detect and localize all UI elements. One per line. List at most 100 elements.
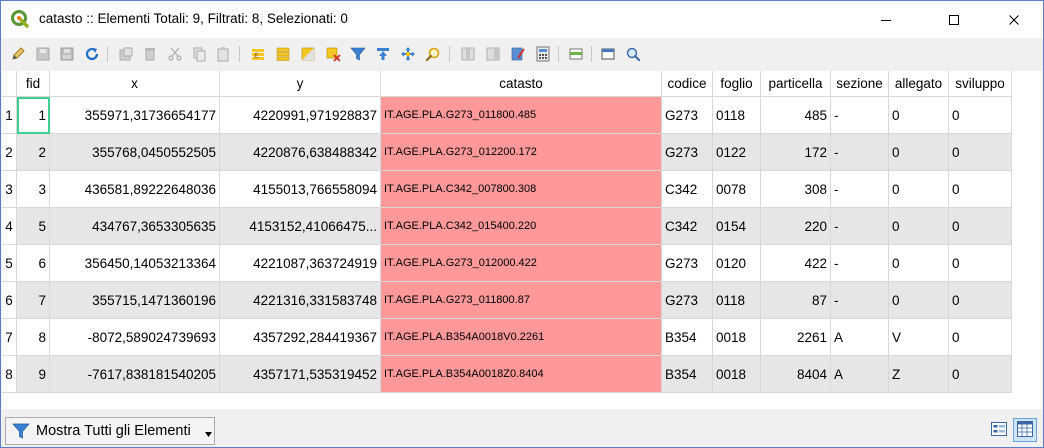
cell-y[interactable]: 4220876,638488342 (220, 134, 381, 171)
maximize-button[interactable] (931, 1, 977, 38)
column-header-y[interactable]: y (220, 71, 381, 97)
cell-codice[interactable]: G273 (662, 134, 713, 171)
corner-header[interactable] (2, 71, 17, 97)
cell-y[interactable]: 4221087,363724919 (220, 245, 381, 282)
cell-fid[interactable]: 8 (17, 319, 50, 356)
cell-sezione[interactable]: - (831, 134, 889, 171)
cell-x[interactable]: 355768,0450552505 (50, 134, 220, 171)
cell-foglio[interactable]: 0154 (713, 208, 761, 245)
cell-particella[interactable]: 485 (761, 97, 831, 134)
cell-foglio[interactable]: 0018 (713, 319, 761, 356)
column-header-particella[interactable]: particella (761, 71, 831, 97)
column-header-x[interactable]: x (50, 71, 220, 97)
cell-allegato[interactable]: 0 (889, 282, 949, 319)
cell-particella[interactable]: 172 (761, 134, 831, 171)
cell-sviluppo[interactable]: 0 (949, 97, 1012, 134)
edit-field-icon[interactable] (509, 45, 527, 63)
row-header[interactable]: 8 (2, 356, 17, 393)
cell-sezione[interactable]: - (831, 171, 889, 208)
row-header[interactable]: 2 (2, 134, 17, 171)
filter-icon[interactable] (349, 45, 367, 63)
cell-y[interactable]: 4220991,971928837 (220, 97, 381, 134)
cell-fid[interactable]: 3 (17, 171, 50, 208)
cell-x[interactable]: 434767,3653305635 (50, 208, 220, 245)
field-calculator-icon[interactable] (534, 45, 552, 63)
cell-y[interactable]: 4357171,535319452 (220, 356, 381, 393)
cell-codice[interactable]: G273 (662, 97, 713, 134)
select-all-icon[interactable] (274, 45, 292, 63)
cell-allegato[interactable]: 0 (889, 171, 949, 208)
cell-catasto[interactable]: IT.AGE.PLA.G273_012200.172 (381, 134, 662, 171)
cell-y[interactable]: 4221316,331583748 (220, 282, 381, 319)
cell-x[interactable]: 355971,31736654177 (50, 97, 220, 134)
cell-x[interactable]: -8072,589024739693 (50, 319, 220, 356)
cell-x[interactable]: -7617,838181540205 (50, 356, 220, 393)
cell-sviluppo[interactable]: 0 (949, 356, 1012, 393)
pencil-icon[interactable] (9, 45, 27, 63)
table-row[interactable]: 7 8 -8072,589024739693 4357292,284419367… (2, 319, 1012, 356)
column-header-sviluppo[interactable]: sviluppo (949, 71, 1012, 97)
column-header-codice[interactable]: codice (662, 71, 713, 97)
table-row[interactable]: 6 7 355715,1471360196 4221316,331583748 … (2, 282, 1012, 319)
reload-icon[interactable] (83, 45, 101, 63)
cell-y[interactable]: 4155013,766558094 (220, 171, 381, 208)
cell-x[interactable]: 436581,89222648036 (50, 171, 220, 208)
form-view-button[interactable] (987, 418, 1011, 442)
move-to-top-icon[interactable] (374, 45, 392, 63)
column-header-sezione[interactable]: sezione (831, 71, 889, 97)
table-row[interactable]: 3 3 436581,89222648036 4155013,766558094… (2, 171, 1012, 208)
zoom-to-selection-icon[interactable] (424, 45, 442, 63)
dock-icon[interactable] (624, 45, 642, 63)
pan-to-selection-icon[interactable] (399, 45, 417, 63)
cell-sviluppo[interactable]: 0 (949, 171, 1012, 208)
table-row[interactable]: 1 1 355971,31736654177 4220991,971928837… (2, 97, 1012, 134)
cell-fid[interactable]: 7 (17, 282, 50, 319)
cell-foglio[interactable]: 0122 (713, 134, 761, 171)
cell-codice[interactable]: G273 (662, 282, 713, 319)
row-header[interactable]: 1 (2, 97, 17, 134)
cell-catasto[interactable]: IT.AGE.PLA.B354A0018V0.2261 (381, 319, 662, 356)
row-header[interactable]: 3 (2, 171, 17, 208)
cell-catasto[interactable]: IT.AGE.PLA.C342_007800.308 (381, 171, 662, 208)
cell-allegato[interactable]: 0 (889, 245, 949, 282)
cell-particella[interactable]: 8404 (761, 356, 831, 393)
cell-foglio[interactable]: 0018 (713, 356, 761, 393)
cell-sezione[interactable]: - (831, 97, 889, 134)
cell-sviluppo[interactable]: 0 (949, 282, 1012, 319)
select-by-expression-icon[interactable]: ε (249, 45, 267, 63)
row-header[interactable]: 5 (2, 245, 17, 282)
cell-particella[interactable]: 422 (761, 245, 831, 282)
row-header[interactable]: 6 (2, 282, 17, 319)
cell-allegato[interactable]: Z (889, 356, 949, 393)
cell-fid[interactable]: 6 (17, 245, 50, 282)
column-header-allegato[interactable]: allegato (889, 71, 949, 97)
cell-sezione[interactable]: - (831, 208, 889, 245)
cell-fid[interactable]: 1 (17, 97, 50, 134)
cell-sviluppo[interactable]: 0 (949, 245, 1012, 282)
table-row[interactable]: 2 2 355768,0450552505 4220876,638488342 … (2, 134, 1012, 171)
cell-sezione[interactable]: A (831, 319, 889, 356)
cell-allegato[interactable]: V (889, 319, 949, 356)
cell-allegato[interactable]: 0 (889, 134, 949, 171)
cell-catasto[interactable]: IT.AGE.PLA.G273_011800.87 (381, 282, 662, 319)
cell-fid[interactable]: 2 (17, 134, 50, 171)
cell-foglio[interactable]: 0118 (713, 97, 761, 134)
table-view-button[interactable] (1013, 418, 1037, 442)
cell-particella[interactable]: 2261 (761, 319, 831, 356)
cell-foglio[interactable]: 0118 (713, 282, 761, 319)
cell-allegato[interactable]: 0 (889, 208, 949, 245)
cell-catasto[interactable]: IT.AGE.PLA.G273_012000.422 (381, 245, 662, 282)
cell-codice[interactable]: C342 (662, 171, 713, 208)
cell-codice[interactable]: B354 (662, 319, 713, 356)
cell-codice[interactable]: G273 (662, 245, 713, 282)
cell-x[interactable]: 356450,14053213364 (50, 245, 220, 282)
cell-foglio[interactable]: 0078 (713, 171, 761, 208)
cell-codice[interactable]: B354 (662, 356, 713, 393)
conditional-formatting-icon[interactable] (567, 45, 585, 63)
cell-particella[interactable]: 308 (761, 171, 831, 208)
cell-sezione[interactable]: - (831, 282, 889, 319)
cell-sviluppo[interactable]: 0 (949, 319, 1012, 356)
close-button[interactable] (991, 1, 1037, 38)
cell-catasto[interactable]: IT.AGE.PLA.B354A0018Z0.8404 (381, 356, 662, 393)
table-row[interactable]: 4 5 434767,3653305635 4153152,41066475..… (2, 208, 1012, 245)
